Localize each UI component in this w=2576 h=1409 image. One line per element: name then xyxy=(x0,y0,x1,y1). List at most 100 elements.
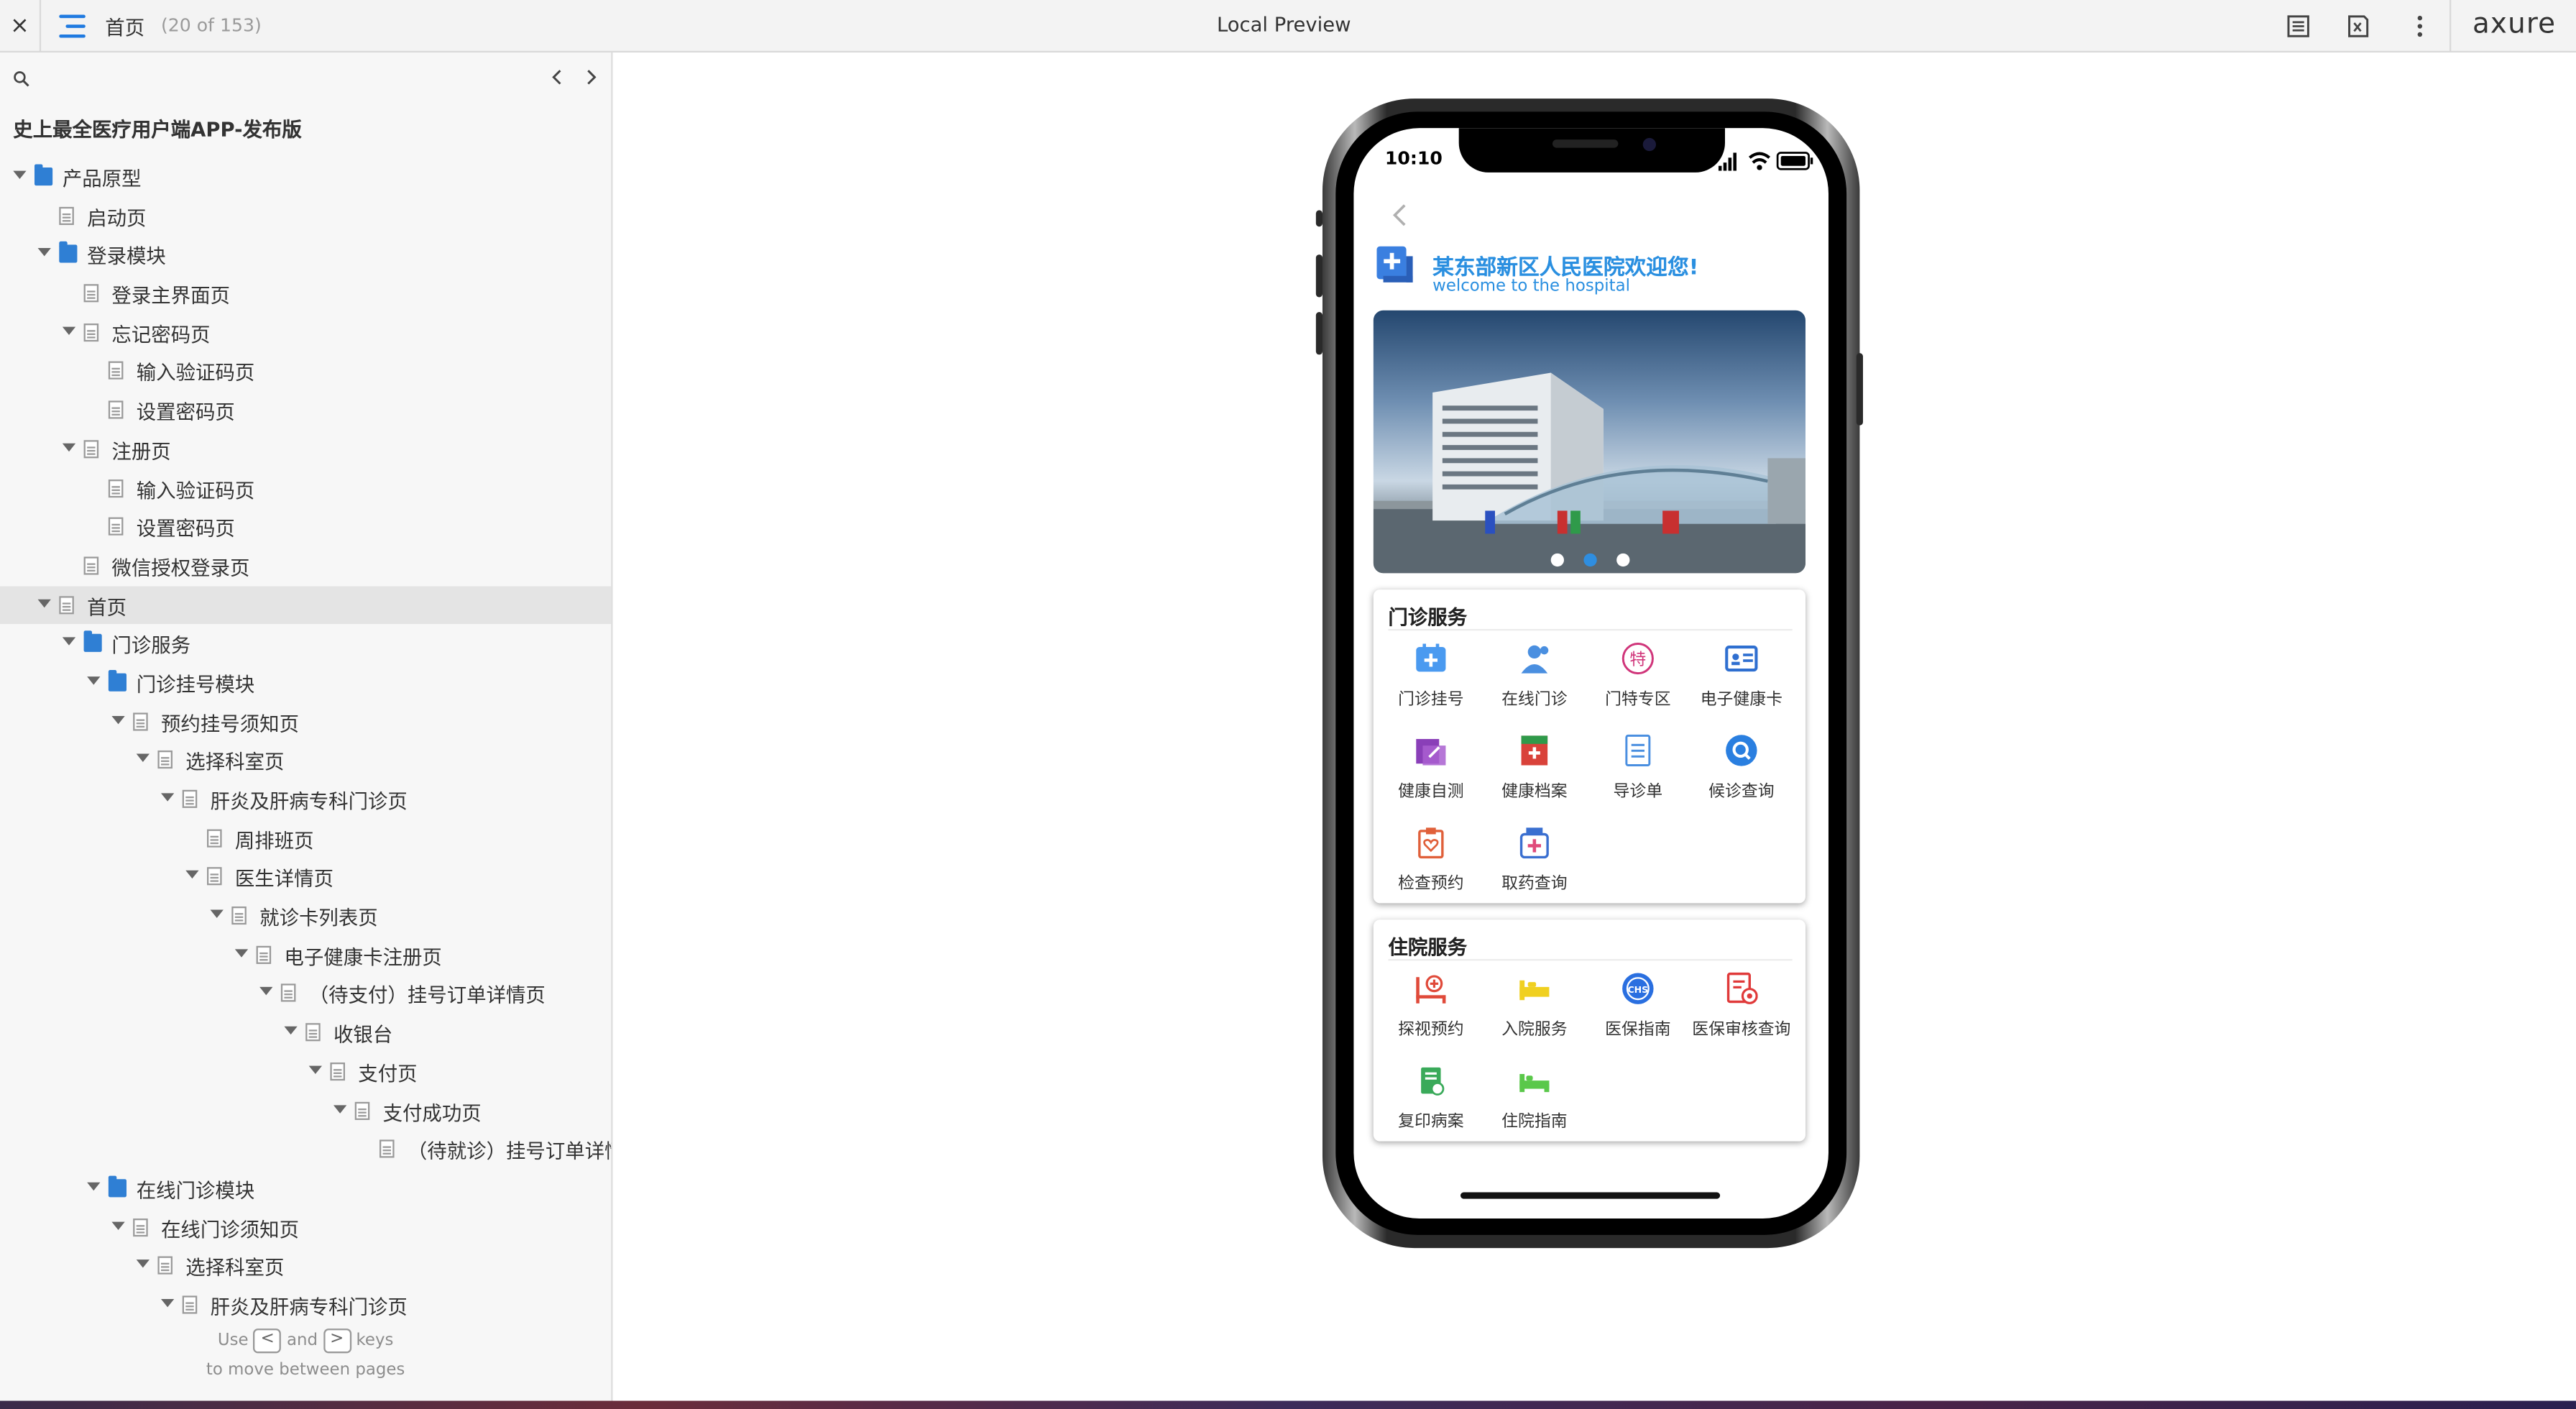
expand-arrow-icon[interactable] xyxy=(259,987,273,996)
service-item[interactable]: 检查预约 xyxy=(1379,826,1484,912)
carousel-dot[interactable] xyxy=(1550,553,1563,567)
service-item[interactable]: 特门特专区 xyxy=(1586,642,1690,728)
service-item[interactable]: 健康档案 xyxy=(1482,734,1587,820)
page-icon xyxy=(182,1295,198,1314)
expand-arrow-icon[interactable] xyxy=(111,1221,125,1230)
sitemap-item[interactable]: 门诊挂号模块 xyxy=(0,664,611,702)
self-test-icon xyxy=(1416,738,1446,766)
sitemap-item[interactable]: 收银台 xyxy=(0,1014,611,1052)
expand-arrow-icon[interactable] xyxy=(284,1027,298,1035)
next-page-icon[interactable] xyxy=(581,68,601,87)
calendar-plus-icon xyxy=(1416,643,1446,672)
sitemap-item[interactable]: 微信授权登录页 xyxy=(0,546,611,585)
sitemap-item[interactable]: 周排班页 xyxy=(0,819,611,858)
back-icon[interactable] xyxy=(1390,203,1409,226)
sitemap-item[interactable]: 登录模块 xyxy=(0,236,611,275)
hospital-carousel[interactable] xyxy=(1373,310,1806,574)
service-item[interactable]: 探视预约 xyxy=(1379,972,1484,1057)
carousel-dot[interactable] xyxy=(1615,553,1629,567)
sitemap-search[interactable] xyxy=(0,52,611,102)
service-item[interactable]: 门诊挂号 xyxy=(1379,642,1484,728)
service-item[interactable]: 导诊单 xyxy=(1586,734,1690,820)
service-item[interactable]: 电子健康卡 xyxy=(1689,642,1794,728)
sitemap-item[interactable]: 输入验证码页 xyxy=(0,469,611,508)
service-item[interactable]: 住院指南 xyxy=(1482,1064,1587,1149)
sitemap-item[interactable]: 首页 xyxy=(0,585,612,625)
sitemap-item-label: 周排班页 xyxy=(234,828,314,852)
sitemap-item[interactable]: （待就诊）挂号订单详情页 xyxy=(0,1130,611,1169)
status-time: 10:10 xyxy=(1384,147,1443,170)
sitemap-item[interactable]: 启动页 xyxy=(0,196,611,235)
home-indicator[interactable] xyxy=(1460,1192,1721,1199)
expand-arrow-icon[interactable] xyxy=(13,170,27,179)
sitemap-item[interactable]: 肝炎及肝病专科门诊页 xyxy=(0,780,611,819)
service-item[interactable]: CHS 医保指南 xyxy=(1586,972,1690,1057)
sitemap-item-label: 选择科室页 xyxy=(185,751,285,774)
notes-icon[interactable] xyxy=(2285,13,2312,40)
sitemap-item[interactable]: （待支付）挂号订单详情页 xyxy=(0,975,611,1014)
page-icon xyxy=(206,828,222,848)
service-label: 医保审核查询 xyxy=(1692,1021,1791,1040)
sitemap-item[interactable]: 忘记密码页 xyxy=(0,313,611,352)
more-options-icon[interactable] xyxy=(2407,13,2434,40)
expand-arrow-icon[interactable] xyxy=(62,326,76,335)
expand-arrow-icon[interactable] xyxy=(185,871,199,880)
service-item[interactable]: 在线门诊 xyxy=(1482,642,1587,728)
sitemap-item[interactable]: 在线门诊模块 xyxy=(0,1169,611,1208)
bed-plus-icon xyxy=(1416,975,1446,1004)
sitemap-item[interactable]: 设置密码页 xyxy=(0,391,611,430)
page-icon xyxy=(108,518,124,536)
expand-arrow-icon[interactable] xyxy=(111,715,125,724)
service-item[interactable]: 取药查询 xyxy=(1482,826,1587,912)
sitemap-item[interactable]: 产品原型 xyxy=(0,157,611,196)
service-item[interactable]: 入院服务 xyxy=(1482,972,1587,1057)
service-item[interactable]: 医保审核查询 xyxy=(1689,972,1794,1057)
expand-arrow-icon[interactable] xyxy=(136,1259,150,1269)
fit-screen-icon[interactable] xyxy=(2345,13,2371,40)
sitemap-item[interactable]: 就诊卡列表页 xyxy=(0,896,611,935)
sitemap-item-label: 肝炎及肝病专科门诊页 xyxy=(210,789,408,813)
service-item[interactable]: 候诊查询 xyxy=(1689,734,1794,820)
sitemap-item[interactable]: 医生详情页 xyxy=(0,858,611,896)
service-item[interactable]: 复印病案 xyxy=(1379,1064,1484,1149)
sitemap-item[interactable]: 电子健康卡注册页 xyxy=(0,936,611,975)
desktop-strip xyxy=(0,1400,2576,1409)
expand-arrow-icon[interactable] xyxy=(62,443,76,451)
sitemap-item[interactable]: 门诊服务 xyxy=(0,625,611,664)
carousel-dot[interactable] xyxy=(1583,553,1596,567)
sitemap-item-label: 登录模块 xyxy=(87,245,166,269)
expand-arrow-icon[interactable] xyxy=(160,793,175,802)
sitemap-item[interactable]: 预约挂号须知页 xyxy=(0,702,611,741)
search-icon[interactable] xyxy=(13,70,29,87)
sitemap-item[interactable]: 选择科室页 xyxy=(0,741,611,780)
sitemap-item[interactable]: 选择科室页 xyxy=(0,1247,611,1285)
expand-arrow-icon[interactable] xyxy=(210,909,224,919)
special-circle-icon: 特 xyxy=(1622,642,1654,675)
sitemap-item[interactable]: 注册页 xyxy=(0,430,611,469)
sitemap-item[interactable]: 设置密码页 xyxy=(0,508,611,546)
expand-arrow-icon[interactable] xyxy=(87,676,101,685)
sitemap-item-label: 设置密码页 xyxy=(136,400,235,424)
sitemap-item[interactable]: 支付成功页 xyxy=(0,1091,611,1130)
expand-arrow-icon[interactable] xyxy=(37,598,51,607)
expand-arrow-icon[interactable] xyxy=(87,1182,101,1190)
sitemap-item-label: 支付成功页 xyxy=(382,1101,482,1124)
expand-arrow-icon[interactable] xyxy=(37,248,51,257)
sitemap-item[interactable]: 在线门诊须知页 xyxy=(0,1208,611,1247)
previous-page-icon[interactable] xyxy=(547,68,566,87)
sitemap-item[interactable]: 登录主界面页 xyxy=(0,275,611,313)
expand-arrow-icon[interactable] xyxy=(234,948,249,958)
expand-arrow-icon[interactable] xyxy=(308,1065,322,1074)
service-item[interactable]: 健康自测 xyxy=(1379,734,1484,820)
sitemap-item[interactable]: 肝炎及肝病专科门诊页 xyxy=(0,1286,611,1325)
expand-arrow-icon[interactable] xyxy=(160,1298,175,1308)
expand-arrow-icon[interactable] xyxy=(136,754,150,763)
service-label: 医保指南 xyxy=(1605,1021,1671,1040)
sitemap-item[interactable]: 支付页 xyxy=(0,1052,611,1091)
sitemap-item-label: 产品原型 xyxy=(62,167,142,191)
expand-arrow-icon[interactable] xyxy=(333,1104,347,1113)
sitemap-item[interactable]: 输入验证码页 xyxy=(0,352,611,391)
phone-power-button xyxy=(1856,353,1863,426)
expand-arrow-icon[interactable] xyxy=(62,637,76,646)
page-icon xyxy=(83,556,99,575)
